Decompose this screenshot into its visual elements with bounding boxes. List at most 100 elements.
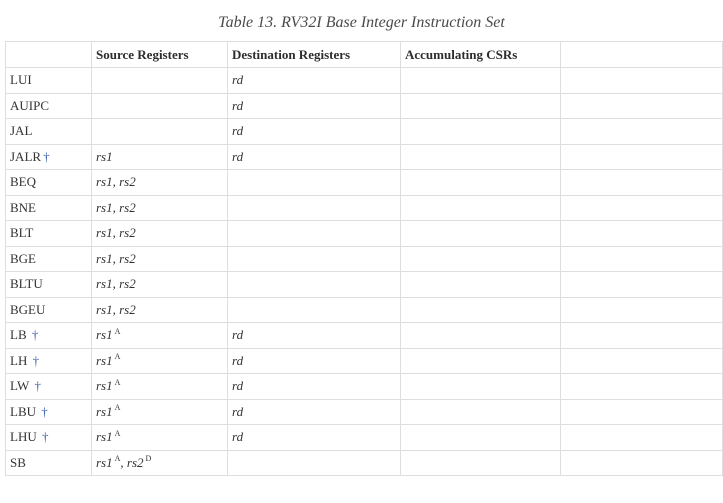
destination-registers-cell (227, 271, 401, 298)
instruction-name: BLT (10, 225, 34, 241)
source-footnote: A (114, 326, 121, 336)
accumulating-csrs-cell (400, 169, 561, 196)
instruction-name: BGEU (10, 301, 46, 317)
table-row: LBU † rs1 Ard (5, 398, 723, 425)
destination-register: rd (232, 148, 244, 164)
destination-registers-cell: rd (227, 118, 401, 145)
header-destination-registers: Destination Registers (227, 41, 401, 68)
destination-registers-cell: rd (227, 67, 401, 94)
instruction-name: BLTU (10, 276, 43, 292)
table-row: BGE rs1, rs2 (5, 245, 723, 272)
instruction-name: LHU (10, 429, 37, 445)
accumulating-csrs-cell (400, 296, 561, 323)
extra-cell (560, 143, 723, 170)
accumulating-csrs-cell (400, 245, 561, 272)
instruction-table: Source Registers Destination Registers A… (5, 41, 723, 476)
table-caption: Table 13. RV32I Base Integer Instruction… (218, 14, 505, 31)
header-accumulating-csrs: Accumulating CSRs (400, 41, 561, 68)
instruction-name: LW (10, 378, 30, 394)
instruction-cell: LBU † (5, 398, 92, 425)
extra-cell (560, 271, 723, 298)
destination-registers-cell: rd (227, 143, 401, 170)
source-registers-cell: rs1 A (91, 373, 228, 400)
accumulating-csrs-cell (400, 220, 561, 247)
dagger-mark: † (43, 148, 50, 164)
destination-register: rd (232, 378, 244, 394)
source-registers-cell (91, 67, 228, 94)
accumulating-csrs-cell (400, 271, 561, 298)
source-registers-cell: rs1 A, rs2 D (91, 449, 228, 476)
source-footnote-2: D (145, 454, 152, 464)
source-register: rs1, rs2 (96, 225, 136, 241)
instruction-cell: BNE (5, 194, 92, 221)
extra-cell (560, 449, 723, 476)
source-footnote: A (114, 403, 121, 413)
extra-cell (560, 220, 723, 247)
instruction-name: LUI (10, 72, 32, 88)
source-registers-cell: rs1, rs2 (91, 271, 228, 298)
accumulating-csrs-cell (400, 373, 561, 400)
destination-registers-cell (227, 220, 401, 247)
dagger-mark: † (38, 403, 48, 419)
source-registers-cell: rs1 A (91, 322, 228, 349)
extra-cell (560, 347, 723, 374)
table-row: BGEU rs1, rs2 (5, 296, 723, 323)
instruction-name: JALR (10, 148, 42, 164)
instruction-cell: JAL (5, 118, 92, 145)
accumulating-csrs-cell (400, 322, 561, 349)
destination-register: rd (232, 72, 244, 88)
table-row: BLTU rs1, rs2 (5, 271, 723, 298)
destination-registers-cell: rd (227, 347, 401, 374)
table-row: JAL rd (5, 118, 723, 145)
instruction-cell: BLTU (5, 271, 92, 298)
source-register: rs1 (96, 352, 113, 368)
source-footnote: A (114, 428, 121, 438)
destination-register: rd (232, 327, 244, 343)
instruction-cell: SB (5, 449, 92, 476)
destination-register: rd (232, 352, 244, 368)
instruction-cell: AUIPC (5, 92, 92, 119)
extra-cell (560, 322, 723, 349)
destination-registers-cell (227, 296, 401, 323)
header-extra (560, 41, 723, 68)
instruction-cell: LW † (5, 373, 92, 400)
table-row: BEQ rs1, rs2 (5, 169, 723, 196)
header-instruction (5, 41, 92, 68)
instruction-cell: LB † (5, 322, 92, 349)
destination-registers-cell: rd (227, 92, 401, 119)
source-register: rs1 (96, 378, 113, 394)
table-row: SB rs1 A, rs2 D (5, 449, 723, 476)
instruction-cell: LUI (5, 67, 92, 94)
accumulating-csrs-cell (400, 118, 561, 145)
accumulating-csrs-cell (400, 424, 561, 451)
dagger-mark: † (28, 327, 39, 343)
accumulating-csrs-cell (400, 398, 561, 425)
source-register: rs1 (96, 429, 113, 445)
source-register: rs1, rs2 (96, 276, 136, 292)
extra-cell (560, 67, 723, 94)
source-register: rs1 (96, 403, 113, 419)
header-source-registers: Source Registers (91, 41, 228, 68)
extra-cell (560, 92, 723, 119)
accumulating-csrs-cell (400, 194, 561, 221)
accumulating-csrs-cell (400, 67, 561, 94)
source-registers-cell (91, 118, 228, 145)
source-registers-cell: rs1, rs2 (91, 169, 228, 196)
source-registers-cell: rs1 A (91, 347, 228, 374)
extra-cell (560, 398, 723, 425)
source-registers-cell: rs1, rs2 (91, 220, 228, 247)
table-row: BLT rs1, rs2 (5, 220, 723, 247)
instruction-cell: LHU † (5, 424, 92, 451)
destination-registers-cell: rd (227, 398, 401, 425)
instruction-name: BGE (10, 250, 36, 266)
instruction-name: AUIPC (10, 97, 50, 113)
instruction-cell: BEQ (5, 169, 92, 196)
accumulating-csrs-cell (400, 92, 561, 119)
dagger-mark: † (31, 378, 42, 394)
destination-register: rd (232, 123, 244, 139)
instruction-name: LBU (10, 403, 36, 419)
table-row: JALR † rs1 rd (5, 143, 723, 170)
table-row: AUIPC rd (5, 92, 723, 119)
extra-cell (560, 373, 723, 400)
extra-cell (560, 118, 723, 145)
